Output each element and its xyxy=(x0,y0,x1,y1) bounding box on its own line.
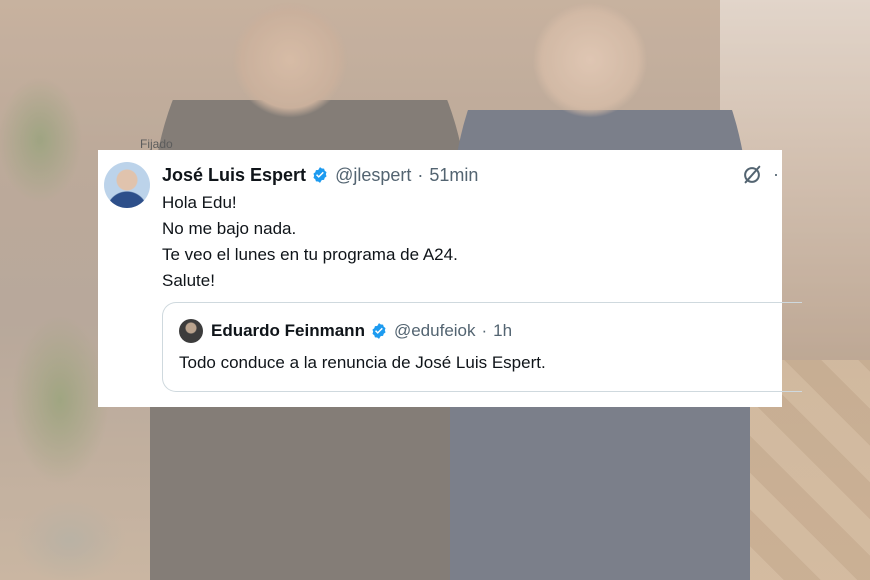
quoted-tweet-header: Eduardo Feinmann @edufeiok · 1h xyxy=(211,319,512,343)
verified-badge-icon xyxy=(372,323,386,339)
author-name[interactable]: José Luis Espert xyxy=(162,165,306,186)
separator-dot: · xyxy=(481,321,488,340)
tweet-line: Hola Edu! xyxy=(162,193,237,212)
pinned-label: Fijado xyxy=(140,137,173,151)
author-handle[interactable]: @jlespert xyxy=(335,165,411,186)
tweet-header: José Luis Espert @jlespert · 51min xyxy=(162,164,478,186)
tweet-line: Te veo el lunes en tu programa de A24. xyxy=(162,245,458,264)
quoted-author-name: Eduardo Feinmann xyxy=(211,321,365,340)
tweet-line: No me bajo nada. xyxy=(162,219,297,238)
verified-badge-icon xyxy=(313,167,327,183)
quoted-tweet-time: 1h xyxy=(493,321,513,340)
separator-dot: · xyxy=(417,164,424,185)
quoted-tweet[interactable]: Eduardo Feinmann @edufeiok · 1h Todo con… xyxy=(162,302,802,392)
tweet-text: Hola Edu! No me bajo nada. Te veo el lun… xyxy=(162,190,458,294)
author-avatar[interactable] xyxy=(104,162,150,208)
tweet-card[interactable]: José Luis Espert @jlespert · 51min · Hol… xyxy=(98,150,802,407)
quoted-author-handle: @edufeiok xyxy=(393,321,476,340)
tweet-time[interactable]: 51min xyxy=(429,165,478,186)
quoted-author-avatar xyxy=(179,319,203,343)
grok-icon[interactable] xyxy=(741,164,763,186)
more-options-icon[interactable]: · xyxy=(773,164,779,185)
quoted-tweet-text: Todo conduce a la renuncia de José Luis … xyxy=(179,353,546,372)
tweet-line: Salute! xyxy=(162,271,215,290)
